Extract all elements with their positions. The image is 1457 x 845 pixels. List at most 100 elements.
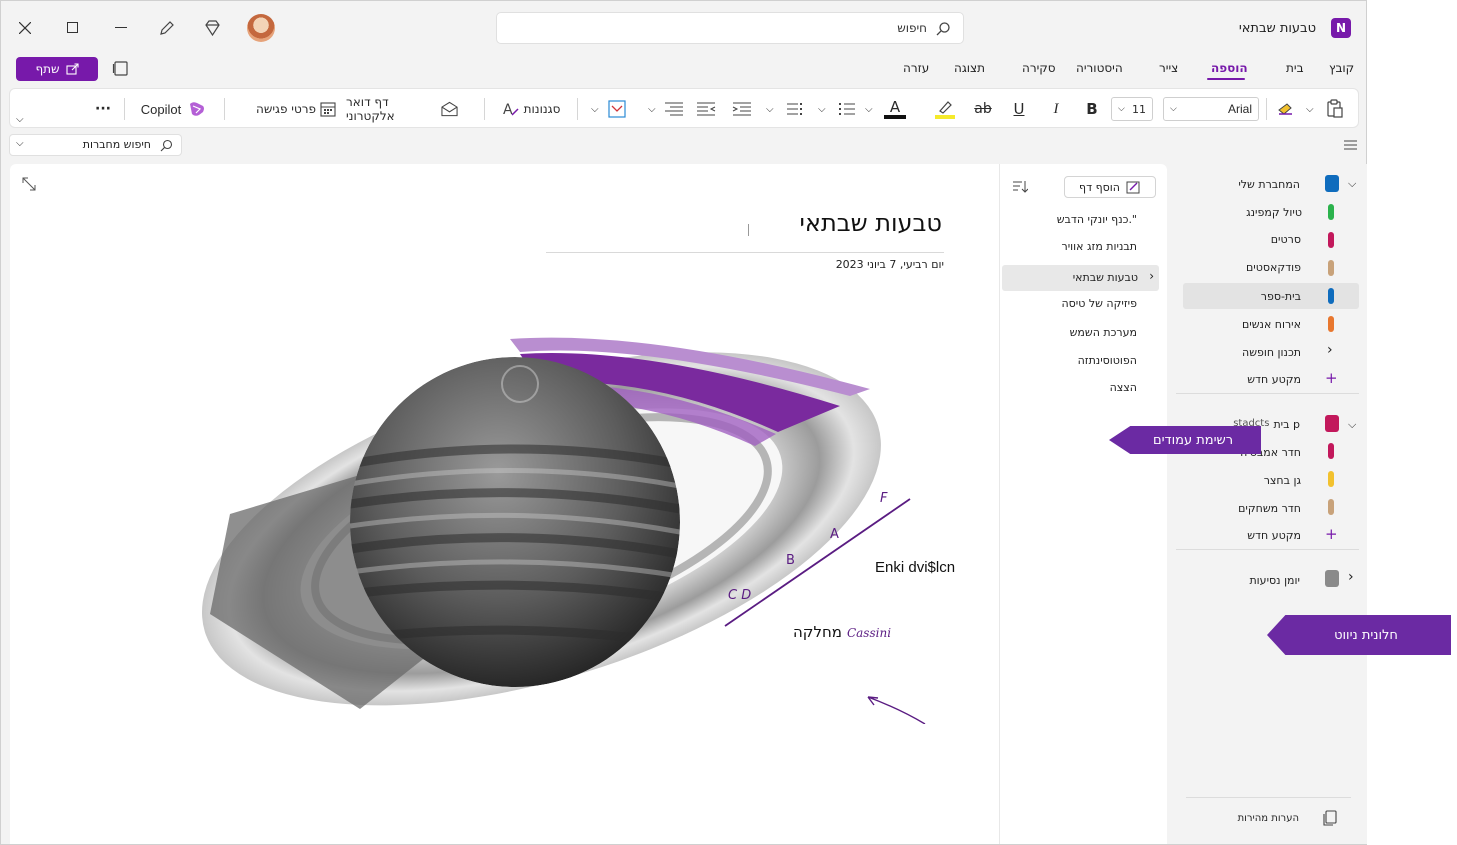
styles-button[interactable]: A סגנונות <box>498 97 564 121</box>
meeting-details-button[interactable]: פרטי פגישה <box>256 97 348 121</box>
pen-icon[interactable] <box>158 19 176 37</box>
share-button[interactable]: שתף <box>16 57 98 81</box>
format-painter-icon[interactable] <box>1276 97 1296 121</box>
more-options-button[interactable]: ··· <box>90 97 116 121</box>
maximize-icon[interactable] <box>67 22 78 33</box>
premium-icon[interactable] <box>204 20 221 36</box>
tab-help[interactable]: עזרה <box>903 61 929 75</box>
align-dropdown-icon[interactable]: ⌵ <box>648 97 656 121</box>
paste-dropdown-icon[interactable]: ⌵ <box>1306 97 1314 121</box>
add-page-button[interactable]: הוסף דף <box>1064 176 1156 198</box>
chevron-down-icon: ⌵ <box>1118 104 1125 114</box>
calendar-icon <box>320 102 336 117</box>
new-section-button[interactable]: מקטע חדש <box>1247 373 1301 386</box>
page-canvas[interactable]: טבעות שבתאי יום רביעי, 7 ביוני 2023 F A … <box>10 164 999 844</box>
tab-view[interactable]: תצוגה <box>954 61 985 75</box>
add-section-icon[interactable]: + <box>1325 525 1338 543</box>
strikethrough-button[interactable]: ab <box>971 97 995 121</box>
page-item[interactable]: מערכת השמש <box>1070 326 1137 339</box>
chevron-down-icon[interactable]: ⌵ <box>1348 177 1356 191</box>
italic-button[interactable]: I <box>1046 97 1066 121</box>
increase-indent-icon[interactable] <box>732 97 752 121</box>
highlight-button[interactable] <box>934 97 956 121</box>
email-page-button[interactable]: דף דואר אלקטרוני <box>346 95 458 123</box>
font-color-dropdown-icon[interactable]: ⌵ <box>865 97 873 121</box>
avatar[interactable] <box>247 14 275 42</box>
numbering-dropdown-icon[interactable]: ⌵ <box>766 97 774 121</box>
ring-label-f: F <box>880 491 888 506</box>
expand-icon[interactable] <box>22 177 36 191</box>
section-item[interactable]: סרטים <box>1271 233 1301 246</box>
styles-icon: A <box>503 102 519 118</box>
quick-notes-icon[interactable] <box>1323 810 1337 826</box>
section-item[interactable]: טיול קמפינג <box>1246 206 1302 219</box>
search-box[interactable]: חיפוש <box>496 12 964 44</box>
notebook-divider <box>1176 549 1359 550</box>
page-item[interactable]: הצצה <box>1110 381 1137 394</box>
sort-icon[interactable] <box>1012 180 1028 194</box>
section-color <box>1328 260 1334 276</box>
tab-file[interactable]: קובץ <box>1329 61 1354 75</box>
tab-draw[interactable]: צייר <box>1159 61 1178 75</box>
section-group-item[interactable]: תכנון חופשה <box>1242 346 1301 359</box>
section-item[interactable]: חדר משחקים <box>1238 502 1301 515</box>
chevron-right-icon: › <box>1149 269 1154 283</box>
font-color-bar <box>884 115 906 119</box>
ribbon-separator <box>484 98 485 120</box>
tag-dropdown-icon[interactable]: ⌵ <box>591 97 599 121</box>
notebook-search-placeholder: חיפוש מחברות <box>82 138 151 151</box>
tag-icon[interactable] <box>607 97 627 121</box>
section-color <box>1328 316 1334 332</box>
page-item[interactable]: כנף יונקי הדבש." <box>1057 213 1137 226</box>
page-title[interactable]: טבעות שבתאי <box>800 209 942 237</box>
page-item-selected[interactable]: טבעות שבתאי › <box>1002 265 1159 291</box>
quick-notes-button[interactable]: הערות מהירות <box>1238 813 1299 824</box>
notebook-search[interactable]: ⌵ חיפוש מחברות <box>9 134 182 156</box>
page-item[interactable]: פיזיקה של טיסה <box>1061 297 1137 310</box>
chevron-right-icon[interactable]: › <box>1327 342 1333 358</box>
tab-insert[interactable]: הוספה <box>1211 61 1248 75</box>
ribbon-collapse-icon[interactable]: ⌵ <box>16 107 24 131</box>
font-size-select[interactable]: ⌵ 11 <box>1111 97 1153 121</box>
decrease-indent-icon[interactable] <box>696 97 716 121</box>
numbering-icon[interactable] <box>786 97 804 121</box>
align-right-icon[interactable] <box>664 97 684 121</box>
chevron-right-icon[interactable]: › <box>1348 569 1354 585</box>
page-item[interactable]: הפוטוסינתזה <box>1078 354 1137 367</box>
bullets-dropdown-icon[interactable]: ⌵ <box>818 97 826 121</box>
ribbon-separator <box>224 98 225 120</box>
paste-icon[interactable] <box>1325 97 1345 121</box>
tab-history[interactable]: היסטוריה <box>1076 61 1123 75</box>
section-item[interactable]: אירוח אנשים <box>1242 318 1301 331</box>
font-name-select[interactable]: ⌵ Arial <box>1163 97 1259 121</box>
notebook-view-icon[interactable] <box>112 60 129 77</box>
hamburger-menu-icon[interactable] <box>1344 140 1357 150</box>
notebook-name[interactable]: המחברת שלי <box>1238 178 1300 191</box>
page-list-callout: רשימת עמודים <box>1109 426 1261 454</box>
section-item-selected[interactable]: בית-ספר <box>1183 283 1359 309</box>
chevron-down-icon[interactable]: ⌵ <box>1348 418 1356 432</box>
nav-pane-callout: חלונית ניווט <box>1267 615 1451 655</box>
share-icon <box>65 63 79 75</box>
section-color <box>1328 499 1334 515</box>
window-title: טבעות שבתאי <box>1238 21 1316 36</box>
section-item[interactable]: פודקאסטים <box>1246 261 1301 274</box>
new-section-button[interactable]: מקטע חדש <box>1247 529 1301 542</box>
copilot-button[interactable]: Copilot <box>134 97 214 121</box>
section-label: בית-ספר <box>1260 290 1301 303</box>
bold-button[interactable]: B <box>1082 97 1102 121</box>
add-section-icon[interactable]: + <box>1325 369 1338 387</box>
tab-home[interactable]: בית <box>1286 61 1304 75</box>
font-color-letter: A <box>889 98 901 116</box>
close-icon[interactable] <box>19 22 31 34</box>
section-item[interactable]: גן בחצר <box>1264 474 1301 487</box>
minimize-icon[interactable] <box>115 27 127 29</box>
ring-label-cd: C D <box>728 588 751 603</box>
page-item[interactable]: תבניות מזג אוויר <box>1061 240 1137 253</box>
font-color-button[interactable]: A <box>883 97 907 121</box>
notebook-name[interactable]: יומן נסיעות <box>1249 574 1300 587</box>
bullets-icon[interactable] <box>838 97 856 121</box>
tab-review[interactable]: סקירה <box>1022 61 1056 75</box>
underline-button[interactable]: U <box>1009 97 1029 121</box>
section-color <box>1328 204 1334 220</box>
